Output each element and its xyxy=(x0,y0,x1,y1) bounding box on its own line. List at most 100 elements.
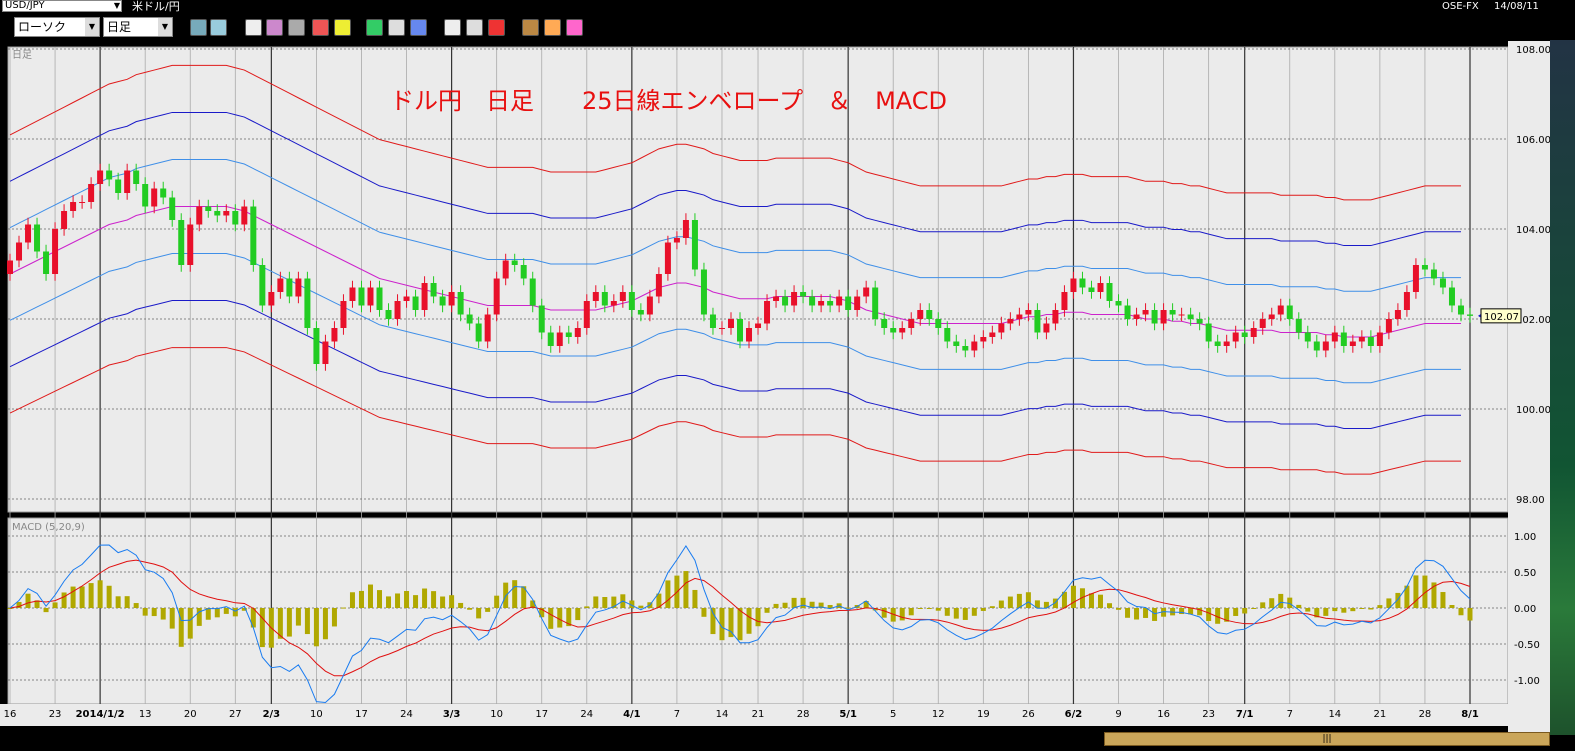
candle-body[interactable] xyxy=(88,184,95,202)
candle-body[interactable] xyxy=(385,310,392,319)
candle-body[interactable] xyxy=(1448,287,1455,306)
candle-body[interactable] xyxy=(286,278,293,297)
candle-body[interactable] xyxy=(836,296,843,306)
candle-body[interactable] xyxy=(872,287,879,320)
candle-body[interactable] xyxy=(1467,314,1473,316)
candle-body[interactable] xyxy=(1187,314,1194,320)
candle-body[interactable] xyxy=(962,346,969,351)
candle-body[interactable] xyxy=(971,341,978,351)
candle-body[interactable] xyxy=(574,328,581,337)
candle-body[interactable] xyxy=(1412,265,1419,292)
timeframe-select[interactable]: 日足 ▼ xyxy=(103,17,173,37)
grid-icon[interactable] xyxy=(288,19,305,36)
candle-body[interactable] xyxy=(412,296,419,311)
candle-body[interactable] xyxy=(1232,332,1239,342)
candle-body[interactable] xyxy=(232,211,239,225)
candle-body[interactable] xyxy=(998,323,1005,333)
crosshair-icon[interactable] xyxy=(210,19,227,36)
candle-body[interactable] xyxy=(376,287,383,311)
candle-body[interactable] xyxy=(520,265,527,279)
candle-body[interactable] xyxy=(367,287,374,306)
candle-body[interactable] xyxy=(142,184,149,207)
zoom-icon[interactable] xyxy=(266,19,283,36)
candle-body[interactable] xyxy=(16,242,23,261)
candle-body[interactable] xyxy=(610,301,617,306)
candle-body[interactable] xyxy=(1007,319,1014,324)
candle-body[interactable] xyxy=(430,283,437,297)
candle-body[interactable] xyxy=(340,301,347,328)
arrows-icon[interactable] xyxy=(312,19,329,36)
chevron-down-icon[interactable]: ▼ xyxy=(114,1,120,11)
candle-body[interactable] xyxy=(899,328,906,333)
chevron-down-icon[interactable]: ▼ xyxy=(85,18,99,36)
candle-body[interactable] xyxy=(718,328,725,329)
candle-icon[interactable] xyxy=(444,19,461,36)
candle-body[interactable] xyxy=(565,332,572,338)
all-icon[interactable] xyxy=(488,19,505,36)
candle-body[interactable] xyxy=(691,220,698,270)
candle-body[interactable] xyxy=(1241,332,1248,338)
candle-body[interactable] xyxy=(1268,314,1275,320)
candle-body[interactable] xyxy=(1043,323,1050,333)
candle-body[interactable] xyxy=(61,211,68,229)
move-icon[interactable] xyxy=(410,19,427,36)
chart-svg[interactable]: 16 23 2014/1/2 13 20 27 2/3 10 17 24 3/3 10 17 24 4/1 7… xyxy=(0,41,1551,736)
candle-body[interactable] xyxy=(529,278,536,306)
candle-body[interactable] xyxy=(1223,341,1230,347)
candle-body[interactable] xyxy=(538,305,545,333)
candle-body[interactable] xyxy=(917,310,924,319)
candle-body[interactable] xyxy=(151,188,158,207)
candle-body[interactable] xyxy=(1196,319,1203,324)
search-icon[interactable] xyxy=(190,19,207,36)
candle-body[interactable] xyxy=(1358,337,1365,342)
candle-body[interactable] xyxy=(1133,314,1140,320)
candle-body[interactable] xyxy=(547,332,554,347)
candle-body[interactable] xyxy=(1160,310,1167,324)
candle-body[interactable] xyxy=(1079,278,1086,288)
candle-body[interactable] xyxy=(1250,328,1257,337)
candle-body[interactable] xyxy=(764,301,771,324)
gear-icon[interactable] xyxy=(522,19,539,36)
candle-body[interactable] xyxy=(259,265,266,306)
candle-body[interactable] xyxy=(673,238,680,243)
candle-body[interactable] xyxy=(746,328,753,342)
candle-body[interactable] xyxy=(1259,319,1266,328)
candle-body[interactable] xyxy=(953,341,960,347)
candle-body[interactable] xyxy=(358,287,365,306)
candle-body[interactable] xyxy=(827,301,834,306)
candle-body[interactable] xyxy=(1457,305,1464,315)
candle-body[interactable] xyxy=(1430,269,1437,279)
candle-body[interactable] xyxy=(439,296,446,306)
chart-type-select[interactable]: ローソク ▼ xyxy=(14,17,100,37)
candle-body[interactable] xyxy=(890,328,897,333)
candle-body[interactable] xyxy=(1286,305,1293,320)
bar-icon[interactable] xyxy=(466,19,483,36)
candle-body[interactable] xyxy=(331,328,338,342)
candle-body[interactable] xyxy=(800,292,807,297)
candle-body[interactable] xyxy=(646,296,653,315)
candle-body[interactable] xyxy=(1061,292,1068,310)
candle-body[interactable] xyxy=(1088,287,1095,293)
candle-body[interactable] xyxy=(322,341,329,365)
candle-body[interactable] xyxy=(818,301,825,306)
candle-body[interactable] xyxy=(1169,310,1176,315)
candle-body[interactable] xyxy=(637,310,644,315)
candle-body[interactable] xyxy=(1214,341,1221,347)
candle-body[interactable] xyxy=(854,296,861,311)
candle-body[interactable] xyxy=(700,269,707,315)
candle-body[interactable] xyxy=(935,319,942,328)
candle-body[interactable] xyxy=(457,292,464,315)
candle-body[interactable] xyxy=(160,188,167,198)
mark-icon[interactable] xyxy=(245,19,262,36)
candle-body[interactable] xyxy=(1295,319,1302,333)
candle-body[interactable] xyxy=(989,332,996,338)
candle-body[interactable] xyxy=(169,197,176,221)
candle-body[interactable] xyxy=(1394,310,1401,319)
candle-body[interactable] xyxy=(628,292,635,310)
color-icon[interactable] xyxy=(566,19,583,36)
candle-body[interactable] xyxy=(727,319,734,328)
cursor-icon[interactable] xyxy=(388,19,405,36)
candle-body[interactable] xyxy=(223,211,230,216)
candle-body[interactable] xyxy=(133,170,140,185)
candle-body[interactable] xyxy=(484,314,491,342)
